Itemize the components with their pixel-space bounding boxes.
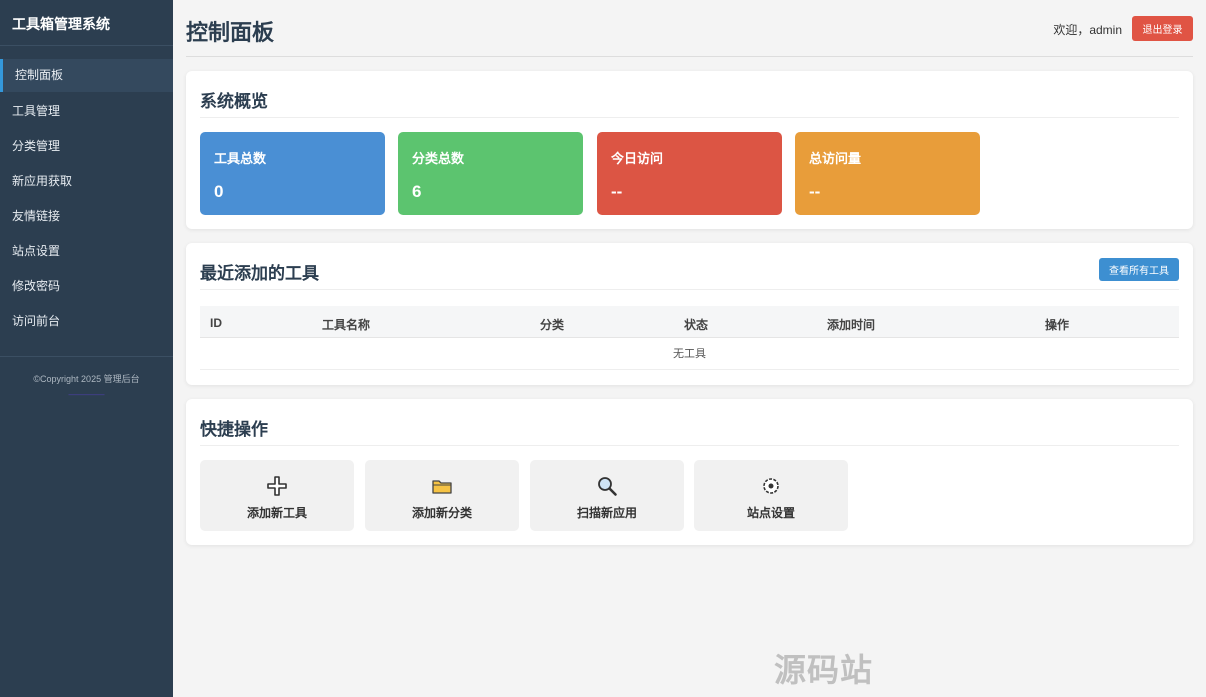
overview-header: 系统概览 — [200, 71, 1179, 118]
recent-tools-header: 最近添加的工具 — [200, 243, 1179, 290]
watermark-text: 源码站www.yuanmaz.com — [774, 651, 1135, 697]
sidebar-nav: 控制面板 工具管理 分类管理 新应用获取 友情链接 站点设置 修改密码 访问前台 — [0, 59, 173, 339]
sidebar-item-tools[interactable]: 工具管理 — [0, 94, 173, 129]
column-header-added-time: 添加时间 — [827, 318, 876, 332]
top-bar: 控制面板 欢迎，admin 退出登录 — [186, 0, 1193, 57]
quick-actions-card: 快捷操作 添加新工具 添加新分类 扫描新应用 站点设置 — [186, 399, 1193, 545]
sidebar-item-new-apps[interactable]: 新应用获取 — [0, 164, 173, 199]
stat-label: 总访问量 — [809, 151, 862, 166]
sidebar-item-links[interactable]: 友情链接 — [0, 199, 173, 234]
main-content: 控制面板 欢迎，admin 退出登录 系统概览 工具总数 0 分类总数 6 今日… — [173, 0, 1206, 697]
stat-label: 分类总数 — [412, 151, 465, 166]
sidebar-footer: ©Copyright 2025 管理后台 ———— — [0, 356, 173, 399]
stat-card-today-visits: 今日访问 -- — [597, 132, 782, 215]
stat-value: 0 — [214, 182, 224, 201]
add-category-button[interactable]: 添加新分类 — [365, 460, 519, 531]
quick-actions-title: 快捷操作 — [200, 420, 268, 439]
stat-card-total-visits: 总访问量 -- — [795, 132, 980, 215]
stat-value: -- — [611, 182, 623, 201]
view-all-tools-button[interactable]: 查看所有工具 — [1099, 258, 1179, 281]
copyright-text: ©Copyright 2025 管理后台 — [33, 374, 140, 384]
table-empty-row: 无工具 — [200, 338, 1179, 370]
stat-card-tools: 工具总数 0 — [200, 132, 385, 215]
recent-tools-title: 最近添加的工具 — [200, 264, 319, 283]
column-header-actions: 操作 — [1045, 318, 1070, 332]
folder-icon — [365, 475, 519, 497]
overview-card: 系统概览 工具总数 0 分类总数 6 今日访问 -- 总访问量 -- — [186, 71, 1193, 229]
column-header-id: ID — [210, 316, 222, 330]
page-title: 控制面板 — [186, 20, 275, 45]
stat-label: 工具总数 — [214, 151, 267, 166]
overview-title: 系统概览 — [200, 92, 268, 111]
column-header-category: 分类 — [540, 318, 565, 332]
copyright-subtext: ———— — [68, 389, 105, 399]
gear-icon — [694, 475, 848, 497]
table-header: ID 工具名称 分类 状态 添加时间 操作 — [200, 306, 1179, 338]
add-tool-button[interactable]: 添加新工具 — [200, 460, 354, 531]
plus-icon — [200, 475, 354, 497]
quick-actions-header: 快捷操作 — [200, 399, 1179, 446]
quick-action-label: 扫描新应用 — [576, 506, 637, 520]
sidebar: 工具箱管理系统 控制面板 工具管理 分类管理 新应用获取 友情链接 站点设置 修… — [0, 0, 173, 697]
sidebar-item-site-settings[interactable]: 站点设置 — [0, 234, 173, 269]
sidebar-item-categories[interactable]: 分类管理 — [0, 129, 173, 164]
stat-value: 6 — [412, 182, 422, 201]
column-header-name: 工具名称 — [322, 318, 371, 332]
logout-button[interactable]: 退出登录 — [1132, 16, 1193, 41]
sidebar-item-dashboard[interactable]: 控制面板 — [0, 59, 173, 92]
scan-apps-button[interactable]: 扫描新应用 — [530, 460, 684, 531]
sidebar-item-visit-frontend[interactable]: 访问前台 — [0, 304, 173, 339]
site-settings-button[interactable]: 站点设置 — [694, 460, 848, 531]
search-icon — [530, 475, 684, 497]
welcome-text: 欢迎，admin — [1053, 23, 1122, 37]
quick-action-label: 站点设置 — [746, 506, 795, 520]
stat-card-categories: 分类总数 6 — [398, 132, 583, 215]
quick-action-label: 添加新工具 — [246, 506, 307, 520]
column-header-status: 状态 — [684, 318, 709, 332]
brand-title: 工具箱管理系统 — [0, 0, 173, 46]
stat-label: 今日访问 — [611, 151, 664, 166]
recent-tools-card: 最近添加的工具 查看所有工具 ID 工具名称 分类 状态 添加时间 操作 无工具 — [186, 243, 1193, 385]
stat-value: -- — [809, 182, 821, 201]
quick-action-label: 添加新分类 — [411, 506, 472, 520]
sidebar-item-change-password[interactable]: 修改密码 — [0, 269, 173, 304]
